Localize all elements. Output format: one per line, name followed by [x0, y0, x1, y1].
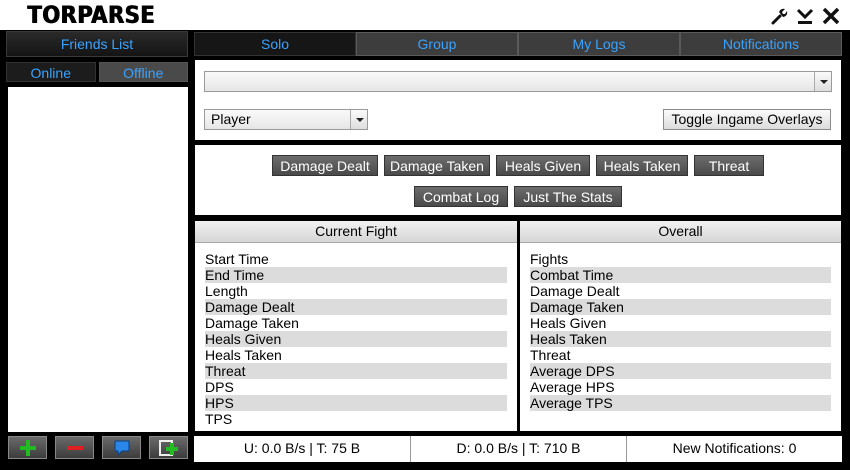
- player-select-value: Player: [211, 111, 251, 127]
- list-item: Threat: [530, 347, 571, 363]
- tab-online[interactable]: Online: [6, 62, 96, 82]
- plus-icon: [19, 439, 36, 456]
- friends-panel: Friends List Online Offline: [6, 31, 188, 432]
- just-the-stats-button[interactable]: Just The Stats: [514, 186, 622, 207]
- tab-my-logs[interactable]: My Logs: [518, 32, 680, 56]
- damage-dealt-button[interactable]: Damage Dealt: [272, 155, 378, 176]
- player-select[interactable]: Player: [204, 109, 368, 130]
- list-item: Damage Dealt: [205, 299, 507, 315]
- list-item: Average TPS: [530, 395, 831, 411]
- list-item: Average DPS: [530, 363, 831, 379]
- list-item: Damage Taken: [530, 299, 831, 315]
- list-item: Fights: [530, 251, 569, 267]
- toggle-overlays-button[interactable]: Toggle Ingame Overlays: [663, 109, 831, 130]
- list-item: Damage Dealt: [530, 283, 620, 299]
- friends-list[interactable]: [8, 87, 188, 432]
- friends-list-header: Friends List: [6, 31, 188, 57]
- combat-log-button[interactable]: Combat Log: [414, 186, 508, 207]
- current-fight-panel: Current Fight Start Time End Time Length…: [195, 221, 517, 431]
- chat-bubble-icon: [114, 440, 129, 456]
- log-select[interactable]: [204, 71, 832, 92]
- minimize-icon[interactable]: [794, 5, 816, 27]
- status-bar: U: 0.0 B/s | T: 75 B D: 0.0 B/s | T: 710…: [194, 436, 842, 462]
- current-fight-header: Current Fight: [195, 221, 517, 243]
- list-item: Combat Time: [530, 267, 831, 283]
- upload-status: U: 0.0 B/s | T: 75 B: [194, 436, 411, 462]
- list-item: Heals Taken: [205, 347, 282, 363]
- main-tabs: Solo Group My Logs Notifications: [194, 32, 842, 56]
- add-friend-button[interactable]: [8, 436, 47, 459]
- view-buttons-panel: Damage Dealt Damage Taken Heals Given He…: [195, 145, 841, 215]
- list-item: Average HPS: [530, 379, 615, 395]
- add-group-button[interactable]: [149, 436, 188, 459]
- heals-taken-button[interactable]: Heals Taken: [596, 155, 688, 176]
- friends-actions: [6, 436, 188, 462]
- list-item: Heals Taken: [530, 331, 831, 347]
- group-add-icon: [158, 439, 178, 456]
- title-bar: TORPARSE: [0, 0, 850, 30]
- overall-panel: Overall Fights Combat Time Damage Dealt …: [520, 221, 841, 431]
- remove-friend-button[interactable]: [55, 436, 94, 459]
- tab-group[interactable]: Group: [356, 32, 518, 56]
- list-item: Heals Given: [205, 331, 507, 347]
- tab-offline[interactable]: Offline: [98, 62, 188, 82]
- chevron-down-icon[interactable]: [814, 72, 831, 91]
- list-item: Start Time: [205, 251, 269, 267]
- download-status: D: 0.0 B/s | T: 710 B: [411, 436, 627, 462]
- list-item: End Time: [205, 267, 507, 283]
- list-item: Damage Taken: [205, 315, 299, 331]
- chat-button[interactable]: [102, 436, 141, 459]
- app-logo: TORPARSE: [27, 1, 155, 29]
- close-icon[interactable]: [820, 5, 842, 27]
- tab-notifications[interactable]: Notifications: [680, 32, 842, 56]
- minus-icon: [66, 445, 83, 450]
- list-item: TPS: [205, 411, 233, 427]
- tab-solo[interactable]: Solo: [194, 32, 356, 56]
- damage-taken-button[interactable]: Damage Taken: [384, 155, 490, 176]
- wrench-icon[interactable]: [768, 5, 790, 27]
- controls-panel: Player Toggle Ingame Overlays: [195, 60, 841, 140]
- list-item: Heals Given: [530, 315, 607, 331]
- threat-button[interactable]: Threat: [694, 155, 764, 176]
- friends-tabs: Online Offline: [6, 62, 188, 84]
- list-item: Threat: [205, 363, 507, 379]
- list-item: HPS: [205, 395, 507, 411]
- notifications-status: New Notifications: 0: [672, 440, 797, 456]
- heals-given-button[interactable]: Heals Given: [496, 155, 590, 176]
- list-item: DPS: [205, 379, 234, 395]
- overall-header: Overall: [520, 221, 841, 243]
- chevron-down-icon[interactable]: [350, 110, 367, 129]
- list-item: Length: [205, 283, 248, 299]
